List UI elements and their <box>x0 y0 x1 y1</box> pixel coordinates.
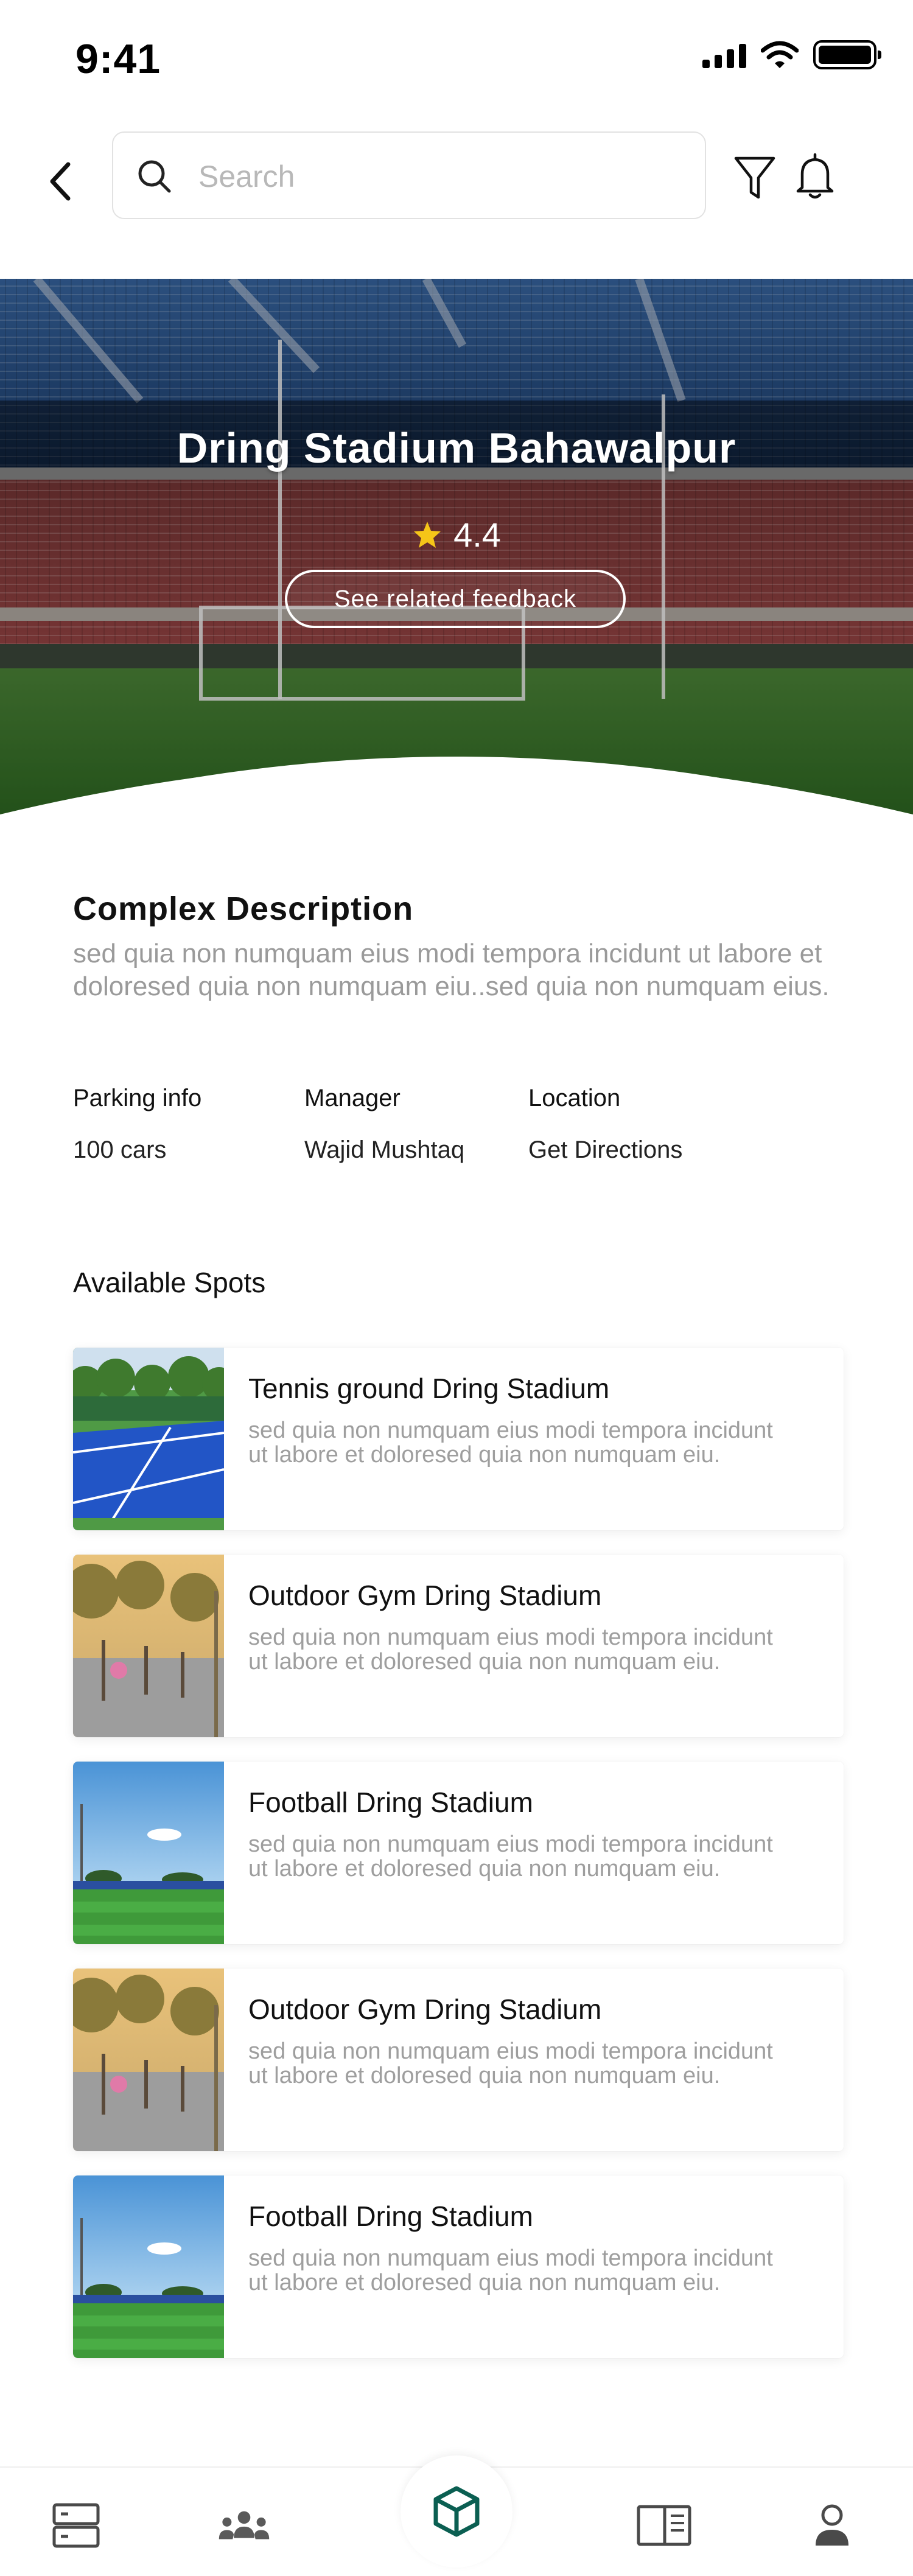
star-icon <box>414 521 441 548</box>
outdoor-gym-thumbnail <box>73 1555 224 1737</box>
location-label: Location <box>528 1085 621 1111</box>
spot-description: sed quia non numquam eius modi tempora i… <box>248 1832 773 1881</box>
parking-info-value: 100 cars <box>73 1136 167 1163</box>
available-spots-title: Available Spots <box>73 1267 266 1298</box>
parking-info: Parking info 100 cars <box>73 1085 201 1164</box>
nav-home[interactable] <box>401 2455 512 2567</box>
complex-description-title: Complex Description <box>73 891 414 927</box>
spot-description: sed quia non numquam eius modi tempora i… <box>248 2039 773 2088</box>
nav-profile[interactable] <box>805 2498 859 2553</box>
header <box>0 110 913 280</box>
nav-community[interactable] <box>217 2498 271 2553</box>
spot-card[interactable]: Tennis ground Dring Stadium sed quia non… <box>73 1348 844 1530</box>
stadium-hero: Dring Stadium Bahawalpur 4.4 See related… <box>0 279 913 821</box>
tennis-court-thumbnail <box>73 1348 224 1530</box>
manager-value: Wajid Mushtaq <box>304 1136 465 1163</box>
list-icon <box>52 2503 100 2548</box>
spot-description: sed quia non numquam eius modi tempora i… <box>248 1625 773 1675</box>
manager-label: Manager <box>304 1085 401 1111</box>
football-field-thumbnail <box>73 2175 224 2358</box>
rating-value: 4.4 <box>453 516 501 554</box>
get-directions-link[interactable]: Get Directions <box>528 1136 682 1164</box>
cellular-signal-icon <box>702 41 746 68</box>
back-arrow-icon[interactable] <box>46 159 75 203</box>
outdoor-gym-thumbnail <box>73 1969 224 2151</box>
spot-description: sed quia non numquam eius modi tempora i… <box>248 2245 773 2295</box>
spot-card[interactable]: Outdoor Gym Dring Stadium sed quia non n… <box>73 1969 844 2151</box>
location-info: Location Get Directions <box>528 1085 682 1164</box>
search-bar[interactable] <box>112 131 706 219</box>
cube-icon <box>433 2486 480 2537</box>
spot-title: Tennis ground Dring Stadium <box>248 1373 610 1404</box>
status-bar: 9:41 <box>0 0 913 110</box>
spot-title: Outdoor Gym Dring Stadium <box>248 1580 602 1611</box>
wifi-icon <box>761 41 799 68</box>
bottom-navigation <box>0 2455 913 2576</box>
spot-title: Football Dring Stadium <box>248 2200 533 2232</box>
parking-info-label: Parking info <box>73 1085 202 1111</box>
spot-title: Football Dring Stadium <box>248 1787 533 1818</box>
manager-info: Manager Wajid Mushtaq <box>304 1085 464 1164</box>
see-related-feedback-button[interactable]: See related feedback <box>285 570 626 628</box>
search-input[interactable] <box>198 155 673 198</box>
status-time: 9:41 <box>75 36 161 82</box>
book-icon <box>637 2505 691 2546</box>
spot-card[interactable]: Outdoor Gym Dring Stadium sed quia non n… <box>73 1555 844 1737</box>
group-icon <box>219 2511 270 2539</box>
filter-icon[interactable] <box>733 155 777 202</box>
status-icons <box>702 40 881 69</box>
battery-icon <box>813 40 881 69</box>
spot-card[interactable]: Football Dring Stadium sed quia non numq… <box>73 2175 844 2358</box>
spot-card[interactable]: Football Dring Stadium sed quia non numq… <box>73 1762 844 1944</box>
spot-description: sed quia non numquam eius modi tempora i… <box>248 1418 773 1468</box>
football-field-thumbnail <box>73 1762 224 1944</box>
profile-icon <box>816 2504 848 2546</box>
search-icon <box>138 160 171 193</box>
nav-list[interactable] <box>49 2498 103 2553</box>
complex-description-text: sed quia non numquam eius modi tempora i… <box>73 939 830 1001</box>
rating: 4.4 <box>0 515 913 555</box>
spot-title: Outdoor Gym Dring Stadium <box>248 1993 602 2025</box>
stadium-title: Dring Stadium Bahawalpur <box>177 424 736 472</box>
nav-bookings[interactable] <box>637 2498 691 2553</box>
info-row: Parking info 100 cars Manager Wajid Mush… <box>73 1085 864 1170</box>
bell-icon[interactable] <box>794 150 836 202</box>
